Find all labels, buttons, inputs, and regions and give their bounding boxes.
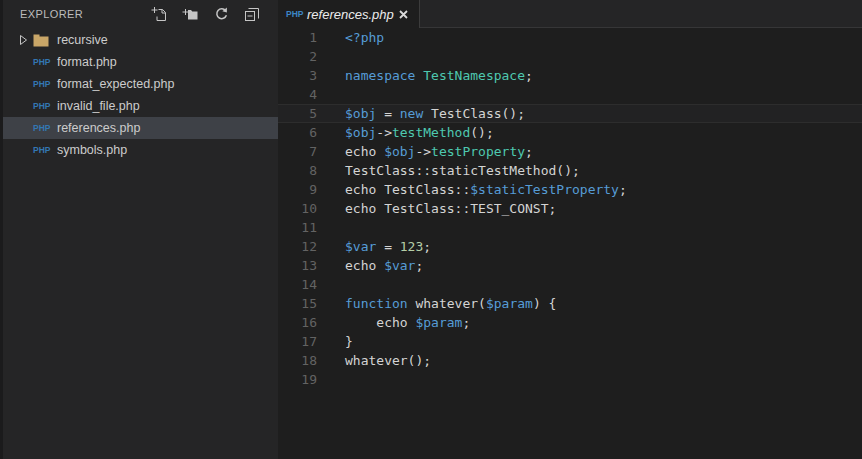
php-file-icon: PHP xyxy=(33,101,50,111)
code-line-4: 4 xyxy=(278,85,862,104)
code-text: echo TestClass::TEST_CONST; xyxy=(345,199,556,218)
explorer-header: EXPLORER xyxy=(3,0,278,28)
tree-item-label: format.php xyxy=(57,55,117,69)
code-line-17: 17} xyxy=(278,332,862,351)
code-text: echo $obj->testProperty; xyxy=(345,142,533,161)
code-line-7: 7 echo $obj->testProperty; xyxy=(278,142,862,161)
explorer-title: EXPLORER xyxy=(20,8,151,20)
code-line-18: 18 whatever(); xyxy=(278,351,862,370)
new-folder-icon[interactable] xyxy=(182,6,198,22)
close-icon[interactable] xyxy=(399,10,408,19)
code-line-9: 9 echo TestClass::$staticTestProperty; xyxy=(278,180,862,199)
code-line-15: 15 function whatever($param) { xyxy=(278,294,862,313)
tree-item-label: symbols.php xyxy=(57,143,127,157)
line-number: 3 xyxy=(278,66,317,85)
line-number: 8 xyxy=(278,161,317,180)
code-line-3: 3 namespace TestNamespace; xyxy=(278,66,862,85)
line-number: 1 xyxy=(278,28,317,47)
tree-item-label: recursive xyxy=(57,33,108,47)
tree-item-references-php[interactable]: PHP references.php xyxy=(3,117,278,139)
collapse-all-icon[interactable] xyxy=(244,6,260,22)
code-text: echo TestClass::$staticTestProperty; xyxy=(345,180,627,199)
code-line-6: 6 $obj->testMethod(); xyxy=(278,123,862,142)
chevron-right-icon xyxy=(19,35,28,45)
line-number: 2 xyxy=(278,47,317,66)
code-editor[interactable]: 1 <?php 23 namespace TestNamespace; 45 $obj =… xyxy=(278,28,862,459)
line-number: 4 xyxy=(278,85,317,104)
tree-item-symbols-php[interactable]: PHP symbols.php xyxy=(3,139,278,161)
code-line-19: 19 xyxy=(278,370,862,389)
line-number: 10 xyxy=(278,199,317,218)
tree-item-format-expected-php[interactable]: PHP format_expected.php xyxy=(3,73,278,95)
code-line-2: 2 xyxy=(278,47,862,66)
folder-icon xyxy=(33,34,49,47)
code-line-16: 16 echo $param; xyxy=(278,313,862,332)
code-text: $obj->testMethod(); xyxy=(345,123,494,142)
file-tree: recursive PHP format.php PHP format_expected… xyxy=(3,29,278,161)
code-line-12: 12 $var = 123; xyxy=(278,237,862,256)
line-number: 13 xyxy=(278,256,317,275)
editor-group: PHP references.php 1 <?php 23 namespace Tes… xyxy=(278,0,862,459)
code-text: whatever(); xyxy=(345,351,431,370)
code-line-8: 8 TestClass::staticTestMethod(); xyxy=(278,161,862,180)
code-text: function whatever($param) { xyxy=(345,294,556,313)
line-number: 19 xyxy=(278,370,317,389)
code-text: } xyxy=(345,332,353,351)
line-number: 17 xyxy=(278,332,317,351)
code-text: <?php xyxy=(345,28,384,47)
line-number: 11 xyxy=(278,218,317,237)
code-line-1: 1 <?php xyxy=(278,28,862,47)
code-text: echo $var; xyxy=(345,256,423,275)
tree-item-label: format_expected.php xyxy=(57,77,174,91)
line-number: 6 xyxy=(278,123,317,142)
php-file-icon: PHP xyxy=(286,9,303,19)
tab-label: references.php xyxy=(307,7,394,22)
code-line-11: 11 xyxy=(278,218,862,237)
code-line-5: 5 $obj = new TestClass(); xyxy=(278,104,862,123)
php-file-icon: PHP xyxy=(33,57,50,67)
php-file-icon: PHP xyxy=(33,145,50,155)
code-text: echo $param; xyxy=(345,313,470,332)
code-line-10: 10 echo TestClass::TEST_CONST; xyxy=(278,199,862,218)
tree-item-invalid-file-php[interactable]: PHP invalid_file.php xyxy=(3,95,278,117)
code-text: TestClass::staticTestMethod(); xyxy=(345,161,580,180)
line-number: 12 xyxy=(278,237,317,256)
php-file-icon: PHP xyxy=(33,79,50,89)
tab-bar: PHP references.php xyxy=(278,0,862,28)
vscode-window: EXPLORER recursive PHP format.php PHP format… xyxy=(0,0,862,459)
line-number: 14 xyxy=(278,275,317,294)
tree-item-format-php[interactable]: PHP format.php xyxy=(3,51,278,73)
tree-item-label: invalid_file.php xyxy=(57,99,140,113)
line-number: 18 xyxy=(278,351,317,370)
tab-references-php[interactable]: PHP references.php xyxy=(278,0,420,28)
code-line-13: 13 echo $var; xyxy=(278,256,862,275)
code-line-14: 14 xyxy=(278,275,862,294)
line-number: 15 xyxy=(278,294,317,313)
new-file-icon[interactable] xyxy=(151,6,167,22)
code-text: $var = 123; xyxy=(345,237,431,256)
line-number: 7 xyxy=(278,142,317,161)
tree-item-recursive[interactable]: recursive xyxy=(3,29,278,51)
line-number: 9 xyxy=(278,180,317,199)
tree-item-label: references.php xyxy=(57,121,140,135)
explorer-sidebar: EXPLORER recursive PHP format.php PHP format… xyxy=(3,0,278,459)
php-file-icon: PHP xyxy=(33,123,50,133)
line-number: 16 xyxy=(278,313,317,332)
line-number: 5 xyxy=(278,104,317,123)
explorer-actions xyxy=(151,6,260,22)
code-text: namespace TestNamespace; xyxy=(345,66,533,85)
refresh-icon[interactable] xyxy=(213,6,229,22)
code-text: $obj = new TestClass(); xyxy=(345,104,525,123)
